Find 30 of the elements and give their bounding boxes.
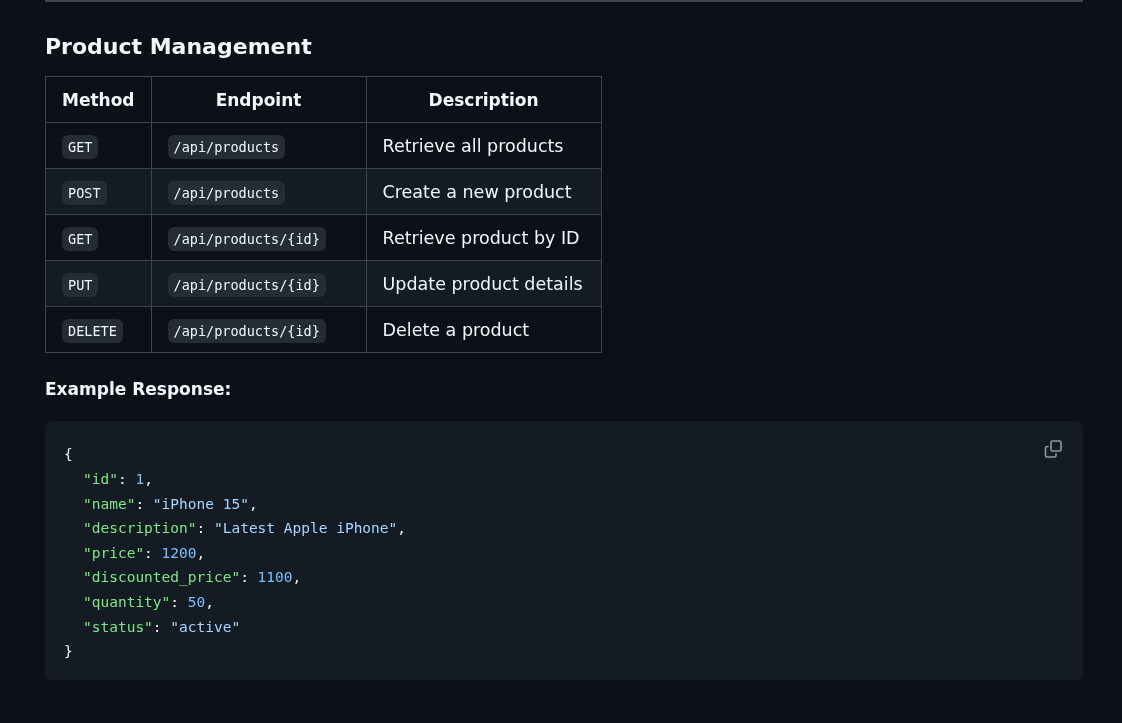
copy-icon: [1043, 439, 1063, 460]
code-line: "id": 1,: [83, 470, 153, 489]
example-response-label: Example Response:: [45, 379, 233, 400]
description-cell: Retrieve product by ID: [366, 214, 602, 261]
column-header: Endpoint: [151, 76, 367, 123]
endpoint-code: /api/products: [167, 180, 286, 205]
code-line: "description": "Latest Apple iPhone",: [83, 519, 407, 539]
code-line: "quantity": 50,: [83, 592, 214, 612]
description-cell: Retrieve all products: [366, 122, 602, 169]
endpoint-code: /api/products: [167, 134, 286, 159]
code-line: }: [64, 642, 73, 662]
method-code: GET: [62, 134, 99, 159]
code-line: "price": 1200,: [83, 543, 206, 563]
endpoint-code: /api/products/{id}: [167, 272, 326, 297]
section-heading: Product Management: [45, 34, 313, 61]
code-line: "name": "iPhone 15",: [83, 494, 258, 514]
method-code: PUT: [62, 272, 99, 297]
endpoint-code: /api/products/{id}: [167, 318, 326, 343]
description-cell: Delete a product: [366, 306, 602, 353]
code-line: "status": "active": [83, 617, 241, 637]
column-header: Method: [45, 76, 152, 123]
description-cell: Create a new product: [366, 168, 602, 215]
code-line: {: [64, 445, 73, 465]
method-code: GET: [62, 226, 99, 251]
code-line: "discounted_price": 1100,: [83, 568, 302, 588]
method-code: DELETE: [62, 318, 123, 343]
method-code: POST: [62, 180, 107, 205]
column-header: Description: [366, 76, 602, 123]
description-cell: Update product details: [366, 260, 602, 307]
endpoint-code: /api/products/{id}: [167, 226, 326, 251]
